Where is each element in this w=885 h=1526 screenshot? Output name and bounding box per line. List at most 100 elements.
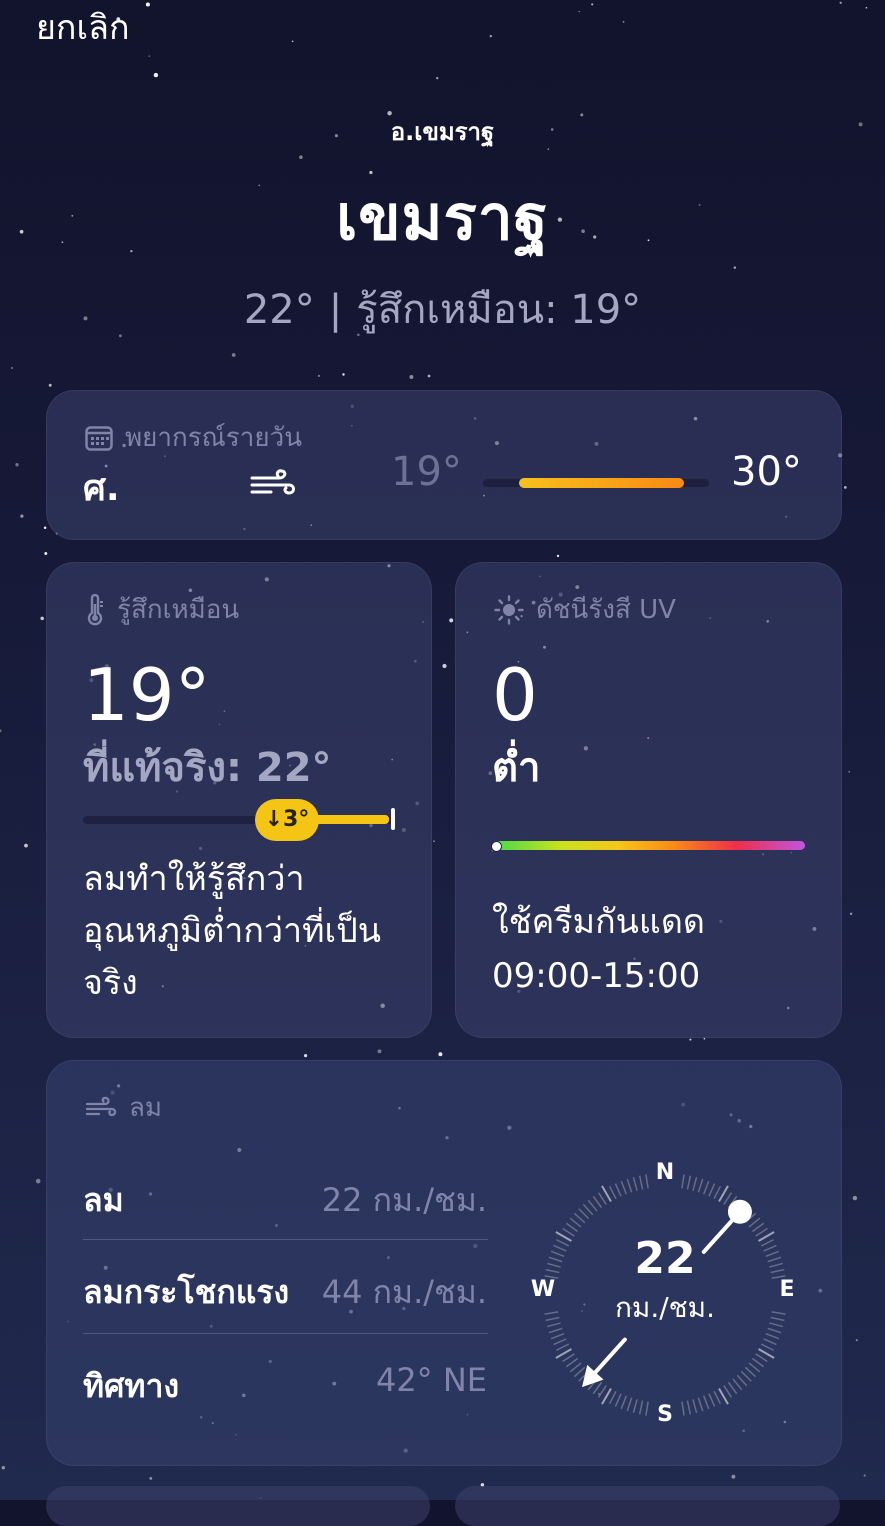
compass-tick (686, 1175, 692, 1190)
compass-tick (565, 1357, 579, 1368)
compass-tick (573, 1212, 586, 1224)
star (231, 353, 236, 357)
uv-value: 0 (492, 653, 538, 737)
star (863, 1474, 866, 1477)
calendar-icon (85, 425, 113, 451)
star (489, 34, 493, 38)
star (622, 20, 625, 23)
star (427, 374, 431, 378)
wind-direction-value: 42° NE (375, 1361, 487, 1399)
compass-tick (703, 1180, 710, 1195)
star (865, 6, 868, 9)
compass-tick (614, 1183, 622, 1197)
compass-tick (703, 1395, 710, 1410)
star (442, 663, 447, 669)
uv-scale-bar (492, 841, 805, 850)
star (849, 912, 853, 916)
star (0, 729, 2, 733)
needle-tail-dot (727, 1199, 752, 1224)
compass-speed: 22 (634, 1233, 696, 1284)
star (35, 1178, 41, 1184)
star (377, 1049, 382, 1054)
forecast-high: 30° (731, 449, 802, 495)
compass-tick (553, 1338, 567, 1346)
compass-tick (748, 1362, 761, 1373)
compass-tick (681, 1401, 685, 1416)
star (11, 367, 13, 369)
star (843, 486, 847, 489)
daily-forecast-title: พยากรณ์รายวัน (85, 417, 302, 458)
compass-tick (632, 1176, 638, 1191)
star (48, 383, 52, 387)
compass-tick (614, 1393, 622, 1407)
compass-tick (569, 1362, 582, 1373)
next-card-right[interactable] (455, 1486, 840, 1526)
feels-like-card[interactable]: รู้สึกเหมือน 19° ที่แท้จริง: 22° ↓3° ลมท… (46, 562, 432, 1038)
compass-tick (765, 1333, 780, 1340)
compass-tick (740, 1370, 752, 1382)
row-divider (83, 1239, 488, 1240)
feels-like-description: ลมทำให้รู้สึกว่าอุณหภูมิต่ำกว่าที่เป็นจร… (83, 859, 381, 1003)
star (703, 1037, 706, 1040)
compass-tick (713, 1390, 722, 1405)
compass-north-label: N (656, 1160, 674, 1185)
next-card-left[interactable] (46, 1486, 430, 1526)
star (852, 1195, 858, 1201)
star (433, 840, 435, 843)
row-divider (83, 1333, 488, 1334)
compass-tick (697, 1178, 704, 1193)
compass-tick (732, 1378, 743, 1391)
compass-tick (562, 1353, 575, 1363)
feels-like-title-label: รู้สึกเหมือน (117, 595, 240, 625)
uv-time-range: 09:00-15:00 (492, 956, 701, 996)
star (731, 1474, 736, 1479)
actual-temperature: ที่แท้จริง: 22° (83, 745, 332, 791)
wind-gust-value: 44 กม./ชม. (321, 1273, 487, 1311)
daily-forecast-card[interactable]: พยากรณ์รายวัน ศ. 19° 30° (46, 390, 842, 540)
wind-card[interactable]: ลม ลม 22 กม./ชม. ลมกระโชกแรง 44 กม./ชม. … (46, 1060, 842, 1466)
feels-like-value: 19° (83, 653, 211, 737)
compass-tick (638, 1400, 644, 1415)
compass-tick (748, 1217, 761, 1228)
compass-tick (681, 1174, 685, 1189)
compass-tick (632, 1399, 638, 1414)
temperature-range-bar (519, 478, 684, 488)
compass-tick (713, 1185, 722, 1200)
star (44, 552, 48, 555)
star (43, 526, 47, 529)
forecast-low: 19° (391, 449, 462, 495)
star (342, 373, 345, 376)
compass-tick (555, 1343, 570, 1352)
compass-tick (723, 1385, 733, 1398)
wind-icon (250, 469, 295, 495)
separator: | (328, 287, 343, 333)
star (449, 618, 454, 623)
compass-tick (587, 1199, 598, 1212)
compass-tick (578, 1208, 590, 1220)
cancel-button[interactable]: ยกเลิก (36, 0, 130, 54)
wind-speed-value: 22 กม./ชม. (321, 1181, 487, 1219)
star (409, 375, 414, 379)
compass-tick (608, 1390, 617, 1405)
compass-tick (723, 1192, 733, 1205)
wind-gust-label: ลมกระโชกแรง (83, 1273, 290, 1311)
wind-title-label: ลม (129, 1093, 163, 1123)
uv-index-card[interactable]: ดัชนีรังสี UV 0 ต่ำ ใช้ครีมกันแดด 09:00-… (455, 562, 842, 1038)
wind-title: ลม (85, 1087, 162, 1128)
compass-unit: กม./ชม. (614, 1291, 716, 1324)
star (40, 616, 44, 621)
compass-tick (626, 1397, 633, 1412)
thermometer-icon (87, 593, 103, 625)
star (591, 3, 594, 6)
district-name: อ.เขมราฐ (390, 118, 495, 146)
star (848, 770, 850, 773)
star (1, 1466, 5, 1470)
compass-tick (608, 1185, 617, 1200)
compass-tick (744, 1366, 757, 1378)
star (438, 1052, 443, 1057)
compass-tick (573, 1366, 586, 1378)
compass-south-label: S (657, 1402, 673, 1427)
current-conditions: 22° | รู้สึกเหมือน: 19° (0, 277, 885, 341)
actual-temperature-marker (391, 808, 395, 830)
compass-tick (763, 1338, 777, 1346)
